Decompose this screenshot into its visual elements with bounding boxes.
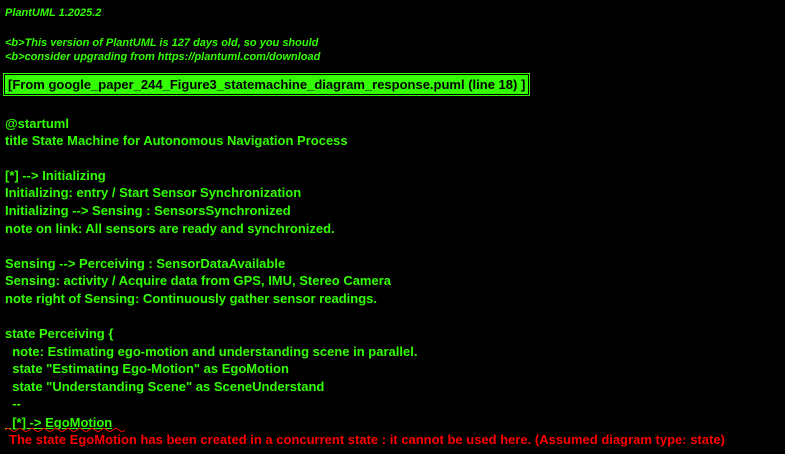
code-line: note: Estimating ego-motion and understa… bbox=[5, 344, 418, 359]
upgrade-notice-line-1: <b>This version of PlantUML is 127 days … bbox=[5, 37, 319, 49]
error-message: The state EgoMotion has been created in … bbox=[9, 432, 725, 447]
version-label: PlantUML 1.2025.2 bbox=[5, 7, 102, 19]
upgrade-notice-line-2: <b>consider upgrading from https://plant… bbox=[5, 51, 321, 63]
code-line: title State Machine for Autonomous Navig… bbox=[5, 133, 348, 148]
code-line: Sensing --> Perceiving : SensorDataAvail… bbox=[5, 256, 286, 271]
code-line: state "Understanding Scene" as SceneUnde… bbox=[5, 379, 325, 394]
source-file-label: [From google_paper_244_Figure3_statemach… bbox=[2, 73, 531, 96]
code-line: -- bbox=[5, 396, 21, 411]
code-line: note right of Sensing: Continuously gath… bbox=[5, 291, 377, 306]
code-line: Initializing --> Sensing : SensorsSynchr… bbox=[5, 203, 291, 218]
code-line: state "Estimating Ego-Motion" as EgoMoti… bbox=[5, 361, 289, 376]
code-line: note on link: All sensors are ready and … bbox=[5, 221, 335, 236]
code-line: state Perceiving { bbox=[5, 326, 114, 341]
error-code-line-wrap: [*] -> EgoMotion bbox=[5, 414, 125, 432]
code-line: [*] --> Initializing bbox=[5, 168, 106, 183]
code-line: Initializing: entry / Start Sensor Synch… bbox=[5, 185, 302, 200]
code-line: Sensing: activity / Acquire data from GP… bbox=[5, 273, 392, 288]
plantuml-error-screen: PlantUML 1.2025.2 <b>This version of Pla… bbox=[0, 0, 785, 454]
code-line: @startuml bbox=[5, 116, 69, 131]
